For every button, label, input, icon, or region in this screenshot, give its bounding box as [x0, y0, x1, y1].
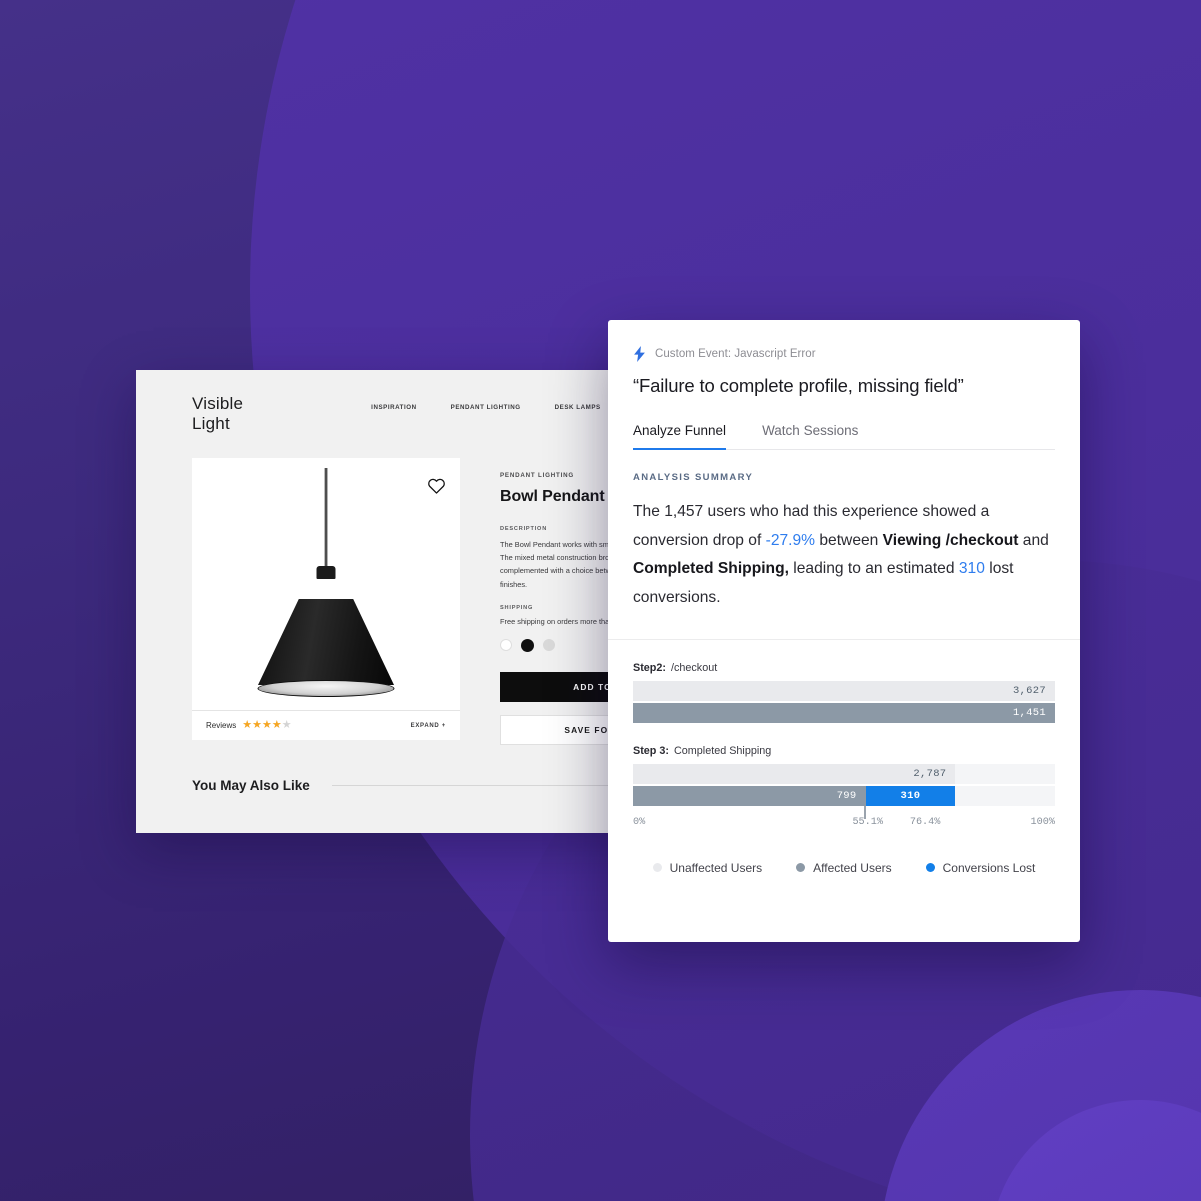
star-icon-2: ★: [252, 719, 262, 731]
legend-dot-conversions-lost: [925, 863, 935, 873]
tab-watch-sessions[interactable]: Watch Sessions: [762, 423, 858, 450]
step-3-track-unaffected[interactable]: 2,787: [633, 763, 1055, 784]
nav-item-inspiration[interactable]: INSPIRATION: [371, 404, 416, 411]
reviews-label: Reviews: [206, 721, 237, 730]
screenshot-stage: Visible Light INSPIRATION PENDANT LIGHTI…: [0, 0, 1201, 1201]
legend-label-unaffected: Unaffected Users: [669, 860, 763, 875]
summary-step-b: Completed Shipping,: [633, 560, 789, 578]
lamp-shade: [258, 599, 394, 685]
nav-item-pendant-lighting[interactable]: PENDANT LIGHTING: [451, 404, 521, 411]
step-3-bar-conversions-lost[interactable]: 310: [865, 785, 956, 806]
analysis-summary-block: ANALYSIS SUMMARY The 1,457 users who had…: [608, 450, 1080, 640]
analytics-card: Custom Event: Javascript Error “Failure …: [608, 320, 1080, 942]
swatch-white[interactable]: [500, 638, 512, 651]
step-3-value-unaffected: 2,787: [913, 767, 947, 780]
summary-part-4: leading to an estimated: [788, 560, 959, 578]
star-icon-4: ★: [271, 719, 282, 731]
event-row: Custom Event: Javascript Error: [633, 346, 1055, 362]
legend-label-conversions-lost: Conversions Lost: [942, 860, 1036, 875]
nav-item-desk-lamps[interactable]: DESK LAMPS: [555, 404, 601, 411]
lightning-bolt-icon: [634, 346, 645, 362]
step-3-track-affected[interactable]: 799 310: [633, 785, 1055, 819]
step-2-heading: Step2: /checkout: [633, 662, 1055, 674]
summary-part-3: and: [1018, 531, 1049, 549]
axis-tick-551: 55.1%: [852, 816, 884, 828]
tab-analyze-funnel[interactable]: Analyze Funnel: [633, 423, 727, 450]
step-2-value-affected: 1,451: [1012, 706, 1046, 719]
lamp-rim: [257, 680, 395, 697]
axis-tick-0: 0%: [633, 816, 646, 828]
swatch-black[interactable]: [521, 638, 534, 652]
legend-dot-unaffected: [652, 863, 662, 873]
event-label: Custom Event: Javascript Error: [655, 348, 816, 360]
summary-step-a: Viewing /checkout: [882, 531, 1019, 549]
event-title: “Failure to complete profile, missing fi…: [633, 375, 964, 396]
step-3-bar-affected[interactable]: 799: [633, 785, 866, 819]
you-may-also-like-title: You May Also Like: [192, 777, 310, 793]
lamp-cap: [316, 566, 336, 579]
lamp-cord: [324, 468, 328, 572]
step-3-name: Completed Shipping: [674, 744, 772, 757]
legend-item-conversions-lost[interactable]: Conversions Lost: [925, 860, 1036, 875]
background-arc-corner-inner: [990, 1100, 1201, 1201]
summary-lost-conversions: 310: [958, 560, 985, 578]
step-2-track-unaffected[interactable]: 3,627: [633, 680, 1055, 701]
step-3-heading: Step 3: Completed Shipping: [633, 745, 1055, 757]
analysis-summary-kicker: ANALYSIS SUMMARY: [633, 472, 754, 483]
funnel-legend: Unaffected Users Affected Users Conversi…: [633, 861, 1055, 899]
star-icon-1: ★: [242, 719, 253, 731]
funnel-chart: Step2: /checkout 3,627 1,451 Step 3: Compl…: [608, 640, 1080, 899]
axis-tick-764: 76.4%: [909, 816, 941, 828]
swatch-grey[interactable]: [543, 638, 555, 651]
star-icon-3: ★: [261, 719, 272, 731]
step-2-bar-unaffected[interactable]: 3,627: [633, 680, 1055, 701]
step-2-number: Step2:: [633, 661, 666, 674]
legend-item-affected-users[interactable]: Affected Users: [796, 860, 892, 875]
star-icon-5: ★: [281, 719, 292, 731]
analytics-tabs: Analyze Funnel Watch Sessions: [633, 423, 1055, 450]
background-arc-corner: [880, 990, 1201, 1201]
funnel-axis: 0% 55.1% 76.4% 100%: [633, 817, 1055, 839]
step-3-value-conversions-lost: 310: [900, 789, 921, 802]
shop-logo[interactable]: Visible Light: [192, 394, 243, 434]
legend-label-affected: Affected Users: [813, 860, 892, 875]
step-2-bar-affected[interactable]: 1,451: [633, 702, 1055, 723]
summary-part-2: between: [815, 531, 883, 549]
analysis-summary-text: The 1,457 users who had this experience …: [633, 498, 1055, 613]
legend-item-unaffected-users[interactable]: Unaffected Users: [652, 860, 763, 875]
step-spacer: [633, 723, 1055, 745]
analytics-card-header: Custom Event: Javascript Error “Failure …: [608, 320, 1080, 450]
step-3-number: Step 3:: [633, 744, 669, 757]
axis-tick-100: 100%: [1030, 816, 1055, 828]
legend-dot-affected: [796, 863, 806, 873]
step-2-track-affected[interactable]: 1,451: [633, 702, 1055, 723]
step-2-value-unaffected: 3,627: [1012, 684, 1046, 697]
step-3-bar-unaffected[interactable]: 2,787: [633, 763, 956, 784]
expand-reviews-link[interactable]: EXPAND +: [411, 723, 446, 729]
product-image-card: Reviews ★ ★ ★ ★ ★ EXPAND +: [192, 458, 460, 740]
reviews-bar: Reviews ★ ★ ★ ★ ★ EXPAND +: [192, 710, 460, 740]
step-3-value-affected: 799: [836, 789, 857, 802]
product-photo-pendant-lamp: [192, 458, 460, 704]
summary-drop-pct: -27.9%: [765, 531, 816, 549]
step-2-name: /checkout: [671, 661, 718, 674]
